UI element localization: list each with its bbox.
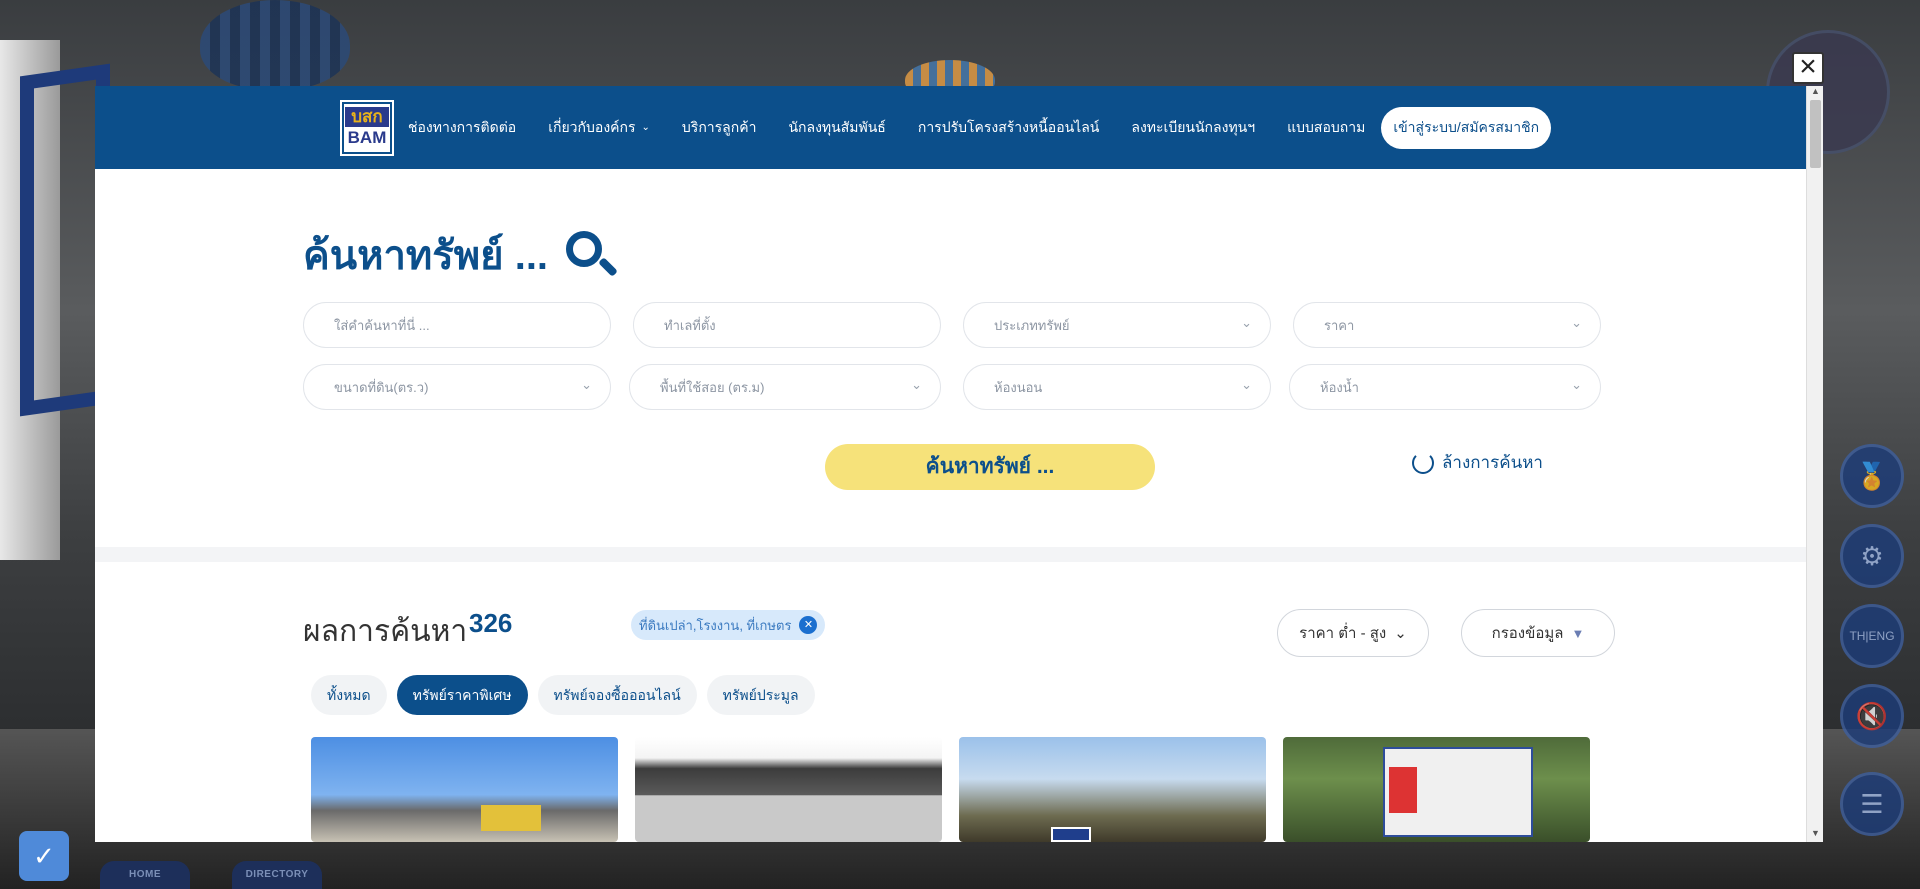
property-card[interactable]: [635, 737, 942, 842]
chevron-down-icon: ⌄: [911, 377, 922, 392]
tab-auction[interactable]: ทรัพย์ประมูล: [706, 675, 815, 715]
gear-icon: ⚙: [1840, 524, 1904, 588]
nav-item-contact[interactable]: ช่องทางการติดต่อ: [408, 117, 516, 139]
nav-item-investor-register[interactable]: ลงทะเบียนนักลงทุนฯ: [1131, 117, 1255, 139]
login-button[interactable]: เข้าสู่ระบบ/สมัครสมาชิก: [1381, 106, 1552, 149]
search-modal: บสก BAM ช่องทางการติดต่อ เกี่ยวกับองค์กร…: [95, 86, 1823, 842]
list-icon: ☰: [1840, 772, 1904, 836]
top-navbar: บสก BAM ช่องทางการติดต่อ เกี่ยวกับองค์กร…: [95, 86, 1806, 169]
filter-icon: ▼: [1571, 625, 1585, 641]
nav-item-survey[interactable]: แบบสอบถาม: [1287, 117, 1365, 139]
land-size-select[interactable]: ขนาดที่ดิน(ตร.ว) ⌄: [303, 364, 611, 410]
chevron-down-icon: ⌄: [1571, 377, 1582, 392]
nav-item-customer-service[interactable]: บริการลูกค้า: [682, 117, 757, 139]
clear-search-button[interactable]: ล้างการค้นหา: [1412, 449, 1543, 476]
property-cards: [311, 737, 1590, 842]
modal-scrollbar[interactable]: ▲ ▼: [1806, 86, 1823, 842]
chevron-down-icon: ⌄: [581, 377, 592, 392]
tab-all[interactable]: ทั้งหมด: [311, 675, 387, 715]
property-card[interactable]: [1283, 737, 1590, 842]
close-icon[interactable]: ×: [1792, 52, 1824, 84]
search-panel: ค้นหาทรัพย์ ... ใส่คำค้นหาที่นี่ ... ทำเ…: [95, 169, 1806, 547]
property-card[interactable]: [959, 737, 1266, 842]
page-title: ค้นหาทรัพย์ ...: [303, 234, 549, 278]
shield-icon-secondary[interactable]: ✓: [19, 831, 69, 881]
tab-online-booking[interactable]: ทรัพย์จองซื้อออนไลน์: [537, 675, 697, 715]
tab-special-price[interactable]: ทรัพย์ราคาพิเศษ: [396, 675, 528, 715]
search-submit-button[interactable]: ค้นหาทรัพย์ ...: [825, 444, 1155, 490]
filter-chip: ที่ดินเปล่า,โรงงาน, ที่เกษตร ✕: [631, 610, 826, 640]
search-heading: ค้นหาทรัพย์ ...: [303, 223, 618, 287]
bg-tab-home: HOME: [100, 861, 190, 889]
chevron-down-icon: ⌄: [1241, 377, 1252, 392]
chevron-down-icon: ⌄: [1394, 625, 1407, 642]
language-icon: TH|ENG: [1840, 604, 1904, 668]
chevron-down-icon: ⌄: [641, 122, 650, 133]
result-tabs: ทั้งหมด ทรัพย์ราคาพิเศษ ทรัพย์จองซื้อออน…: [311, 675, 815, 715]
chevron-down-icon: ⌄: [1241, 315, 1252, 330]
remove-chip-icon[interactable]: ✕: [799, 616, 818, 634]
results-section: ผลการค้นหา 326 ที่ดินเปล่า,โรงงาน, ที่เก…: [95, 562, 1806, 842]
logo[interactable]: บสก BAM: [340, 99, 394, 156]
results-title: ผลการค้นหา: [303, 615, 468, 648]
chevron-down-icon: ⌄: [1571, 315, 1582, 330]
property-card[interactable]: [311, 737, 618, 842]
search-icon: [564, 229, 618, 281]
bedrooms-select[interactable]: ห้องนอน ⌄: [963, 364, 1271, 410]
price-select[interactable]: ราคา ⌄: [1293, 302, 1601, 348]
refresh-icon: [1412, 451, 1434, 474]
bathrooms-select[interactable]: ห้องน้ำ ⌄: [1289, 364, 1601, 410]
sort-button[interactable]: ราคา ต่ำ - สูง ⌄: [1277, 609, 1429, 657]
keyword-input[interactable]: ใส่คำค้นหาที่นี่ ...: [303, 302, 611, 348]
location-input[interactable]: ทำเลที่ตั้ง: [633, 302, 941, 348]
medal-icon: 🏅: [1840, 444, 1904, 508]
property-type-select[interactable]: ประเภททรัพย์ ⌄: [963, 302, 1271, 348]
nav-item-about[interactable]: เกี่ยวกับองค์กร ⌄: [548, 117, 650, 139]
mute-icon: 🔇: [1840, 684, 1904, 748]
nav-item-investor-relations[interactable]: นักลงทุนสัมพันธ์: [788, 117, 885, 139]
results-count: 326: [469, 608, 513, 638]
filter-button[interactable]: กรองข้อมูล ▼: [1461, 609, 1615, 657]
nav-item-debt-restructure[interactable]: การปรับโครงสร้างหนี้ออนไลน์: [918, 117, 1100, 139]
bg-tab-directory: DIRECTORY: [232, 861, 322, 889]
usable-area-select[interactable]: พื้นที่ใช้สอย (ตร.ม) ⌄: [629, 364, 941, 410]
